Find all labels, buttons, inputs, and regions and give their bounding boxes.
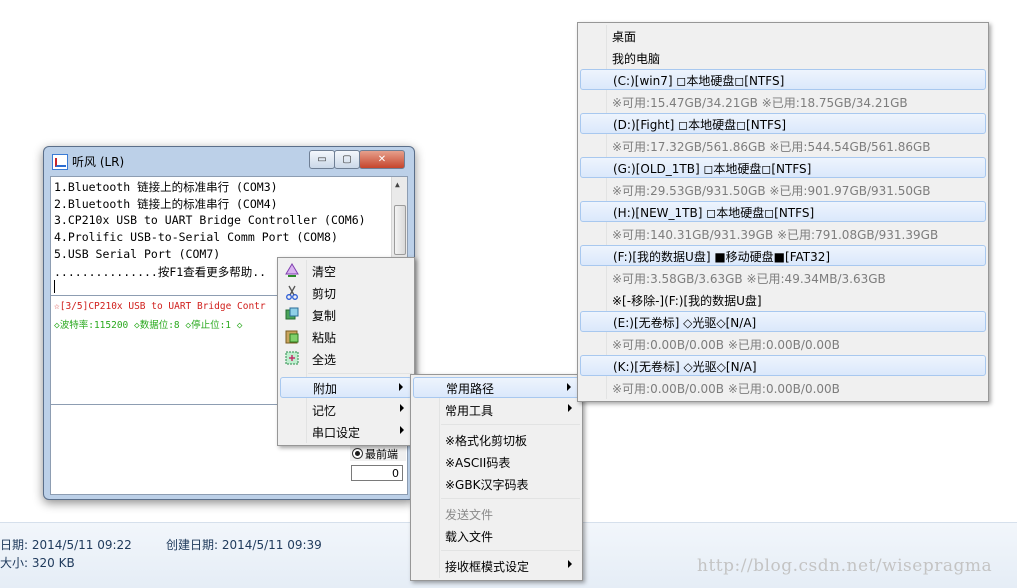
menu-separator bbox=[441, 498, 580, 499]
window-title: 听风 (LR) bbox=[72, 155, 125, 169]
app-icon bbox=[52, 154, 68, 170]
paste-icon bbox=[285, 330, 299, 344]
menu-item-select-all[interactable]: 全选 bbox=[280, 348, 412, 369]
path-my-computer[interactable]: 我的电脑 bbox=[580, 47, 986, 68]
radio-checked-icon[interactable] bbox=[352, 448, 363, 459]
menu-separator bbox=[441, 424, 580, 425]
submenu-arrow-icon bbox=[568, 560, 572, 568]
drive-usage: ※可用:15.47GB/34.21GB ※已用:18.75GB/34.21GB bbox=[612, 96, 908, 110]
close-button[interactable]: ✕ bbox=[359, 150, 405, 169]
menu-item-cut[interactable]: 剪切 bbox=[280, 282, 412, 303]
submenu-arrow-icon bbox=[568, 404, 572, 412]
front-radio[interactable]: 最前端 bbox=[350, 445, 406, 461]
watermark: http://blog.csdn.net/wisepragma bbox=[697, 556, 993, 576]
port-item[interactable]: 3.CP210x USB to UART Bridge Controller (… bbox=[54, 213, 366, 227]
menu-item-receive-mode[interactable]: 接收框模式设定 bbox=[413, 555, 580, 576]
menu-item-load-file[interactable]: 载入文件 bbox=[413, 525, 580, 546]
drive-usage: ※可用:29.53GB/931.50GB ※已用:901.97GB/931.50… bbox=[612, 184, 931, 198]
copy-icon bbox=[285, 307, 299, 320]
title-bar[interactable]: 听风 (LR) ▭ ▢ ✕ bbox=[44, 147, 414, 175]
path-remove-drive-f[interactable]: ※[-移除-](F:)[我的数据U盘] bbox=[580, 289, 986, 310]
menu-item-format-clipboard[interactable]: ※格式化剪切板 bbox=[413, 429, 580, 450]
help-hint: ...............按F1查看更多帮助.. bbox=[54, 265, 267, 279]
modified-date: 日期: 2014/5/11 09:22 bbox=[0, 538, 132, 552]
drive-usage: ※可用:140.31GB/931.39GB ※已用:791.08GB/931.3… bbox=[612, 228, 939, 242]
drive-usage: ※可用:3.58GB/3.63GB ※已用:49.34MB/3.63GB bbox=[612, 272, 886, 286]
maximize-button[interactable]: ▢ bbox=[334, 150, 360, 169]
scissors-icon bbox=[286, 285, 298, 300]
menu-item-memory[interactable]: 记忆 bbox=[280, 399, 412, 420]
menu-item-paste[interactable]: 粘贴 bbox=[280, 326, 412, 347]
port-item[interactable]: 2.Bluetooth 链接上的标准串行 (COM4) bbox=[54, 196, 278, 212]
file-size: 大小: 320 KB bbox=[0, 556, 75, 570]
text-caret bbox=[54, 280, 55, 293]
menu-item-send-file[interactable]: 发送文件 bbox=[413, 503, 580, 524]
menu-item-common-tools[interactable]: 常用工具 bbox=[413, 399, 580, 420]
menu-item-ascii-table[interactable]: ※ASCII码表 bbox=[413, 451, 580, 472]
minimize-button[interactable]: ▭ bbox=[309, 150, 335, 169]
path-drive-k[interactable]: (K:)[无卷标] ◇光驱◇[N/A] bbox=[580, 355, 986, 376]
context-menu: 清空 剪切 复制 粘贴 全选 附加 记忆 串口设定 bbox=[277, 257, 415, 446]
drive-usage: ※可用:0.00B/0.00B ※已用:0.00B/0.00B bbox=[612, 338, 840, 352]
path-drive-f[interactable]: (F:)[我的数据U盘] ■移动硬盘■[FAT32] bbox=[580, 245, 986, 266]
log-settings-line: ◇波特率:115200 ◇数据位:8 ◇停止位:1 ◇ bbox=[54, 320, 243, 331]
drive-usage: ※可用:0.00B/0.00B ※已用:0.00B/0.00B bbox=[612, 382, 840, 396]
port-item[interactable]: 1.Bluetooth 链接上的标准串行 (COM3) bbox=[54, 179, 278, 195]
created-date: 创建日期: 2014/5/11 09:39 bbox=[166, 538, 322, 552]
menu-item-clear[interactable]: 清空 bbox=[280, 260, 412, 281]
count-input[interactable]: 0 bbox=[351, 465, 403, 481]
addon-submenu: 常用路径 常用工具 ※格式化剪切板 ※ASCII码表 ※GBK汉字码表 发送文件… bbox=[410, 374, 583, 581]
submenu-arrow-icon bbox=[567, 383, 571, 391]
menu-item-gbk-table[interactable]: ※GBK汉字码表 bbox=[413, 473, 580, 494]
scroll-thumb[interactable] bbox=[394, 205, 406, 255]
port-item[interactable]: 4.Prolific USB-to-Serial Comm Port (COM8… bbox=[54, 230, 338, 244]
menu-item-addon[interactable]: 附加 bbox=[280, 377, 412, 398]
port-item[interactable]: 5.USB Serial Port (COM7) bbox=[54, 247, 220, 261]
menu-item-copy[interactable]: 复制 bbox=[280, 304, 412, 325]
scroll-up-icon[interactable]: ▲ bbox=[395, 180, 400, 189]
log-port-line: ☆[3/5]CP210x USB to UART Bridge Contr bbox=[54, 301, 266, 312]
drive-usage: ※可用:17.32GB/561.86GB ※已用:544.54GB/561.86… bbox=[612, 140, 931, 154]
front-radio-label: 最前端 bbox=[365, 448, 398, 461]
clear-icon bbox=[285, 263, 299, 277]
path-desktop[interactable]: 桌面 bbox=[580, 25, 986, 46]
menu-item-port-settings[interactable]: 串口设定 bbox=[280, 421, 412, 442]
path-drive-e[interactable]: (E:)[无卷标] ◇光驱◇[N/A] bbox=[580, 311, 986, 332]
path-drive-g[interactable]: (G:)[OLD_1TB] ◻本地硬盘◻[NTFS] bbox=[580, 157, 986, 178]
path-drive-d[interactable]: (D:)[Fight] ◻本地硬盘◻[NTFS] bbox=[580, 113, 986, 134]
submenu-arrow-icon bbox=[399, 383, 403, 391]
menu-separator bbox=[441, 550, 580, 551]
menu-item-common-paths[interactable]: 常用路径 bbox=[413, 377, 580, 398]
submenu-arrow-icon bbox=[400, 426, 404, 434]
submenu-arrow-icon bbox=[400, 404, 404, 412]
path-drive-h[interactable]: (H:)[NEW_1TB] ◻本地硬盘◻[NTFS] bbox=[580, 201, 986, 222]
menu-separator bbox=[308, 373, 412, 374]
common-paths-submenu: 桌面 我的电脑 (C:)[win7] ◻本地硬盘◻[NTFS] ※可用:15.4… bbox=[577, 22, 989, 402]
select-all-icon bbox=[285, 351, 299, 365]
path-drive-c[interactable]: (C:)[win7] ◻本地硬盘◻[NTFS] bbox=[580, 69, 986, 90]
